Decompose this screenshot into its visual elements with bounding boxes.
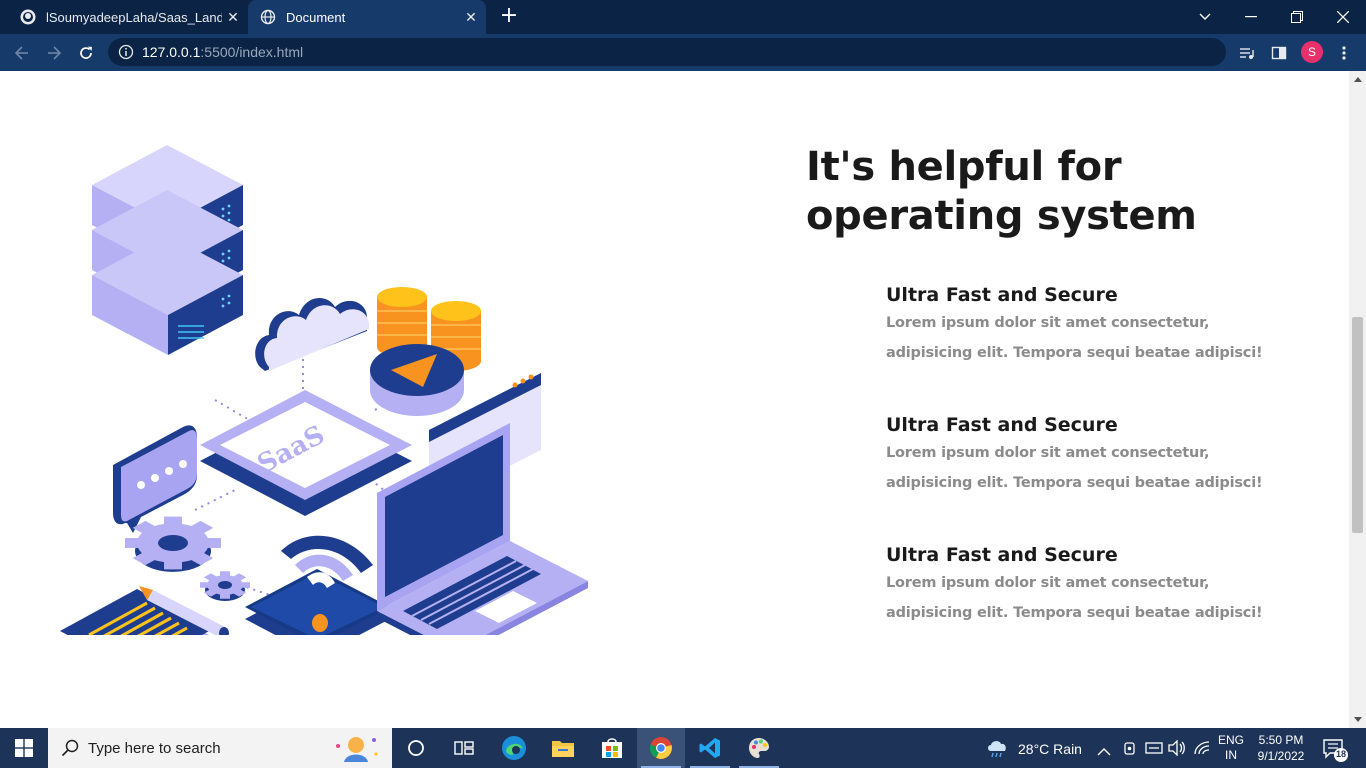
laptop-icon bbox=[377, 423, 588, 635]
media-queue-icon[interactable] bbox=[1232, 34, 1262, 71]
tab-search-icon[interactable] bbox=[1182, 0, 1228, 34]
feature-description-line: adipisicing elit. Tempora sequi beatae a… bbox=[886, 605, 1263, 621]
restore-icon[interactable] bbox=[1274, 0, 1320, 34]
windows-start-icon[interactable] bbox=[0, 728, 48, 768]
scroll-up-arrow-icon[interactable] bbox=[1349, 71, 1366, 88]
globe-icon bbox=[260, 9, 276, 25]
feature-description-line: Lorem ipsum dolor sit amet consectetur, bbox=[886, 315, 1210, 331]
play-disc-icon bbox=[370, 344, 464, 416]
weather-text[interactable]: 28°C Rain bbox=[1018, 741, 1082, 757]
meet-now-icon[interactable] bbox=[1122, 740, 1138, 760]
close-tab-icon[interactable]: ✕ bbox=[222, 9, 244, 26]
network-icon[interactable] bbox=[1193, 740, 1211, 760]
back-arrow-icon[interactable] bbox=[7, 34, 37, 71]
page-scrollbar[interactable] bbox=[1349, 71, 1366, 728]
clock-time: 5:50 PM bbox=[1258, 733, 1304, 747]
tab-github-repo[interactable]: lSoumyadeepLaha/Saas_Landing ✕ bbox=[8, 0, 248, 34]
feature-title: Ultra Fast and Secure bbox=[886, 414, 1118, 436]
new-tab-button[interactable]: + bbox=[498, 5, 520, 27]
scroll-down-arrow-icon[interactable] bbox=[1349, 711, 1366, 728]
region-code: IN bbox=[1225, 748, 1237, 762]
weather-icon[interactable] bbox=[986, 738, 1010, 762]
language-indicator[interactable]: ENG IN bbox=[1218, 733, 1244, 763]
feature-item: Ultra Fast and Secure Lorem ipsum dolor … bbox=[886, 412, 1326, 498]
taskbar-search-box[interactable]: Type here to search bbox=[48, 728, 392, 768]
profile-avatar[interactable]: S bbox=[1301, 41, 1323, 63]
volume-icon[interactable] bbox=[1168, 739, 1186, 760]
search-icon bbox=[61, 739, 79, 761]
language-code: ENG bbox=[1218, 733, 1245, 747]
close-window-icon[interactable] bbox=[1320, 0, 1366, 34]
saas-isometric-illustration: SaaS bbox=[60, 145, 588, 635]
task-view-icon[interactable] bbox=[440, 728, 488, 768]
chrome-browser-icon[interactable] bbox=[637, 728, 685, 768]
github-icon bbox=[20, 9, 36, 25]
browser-tab-bar: lSoumyadeepLaha/Saas_Landing ✕ Document … bbox=[0, 0, 1366, 34]
vscode-icon[interactable] bbox=[686, 728, 734, 768]
microsoft-store-icon[interactable] bbox=[588, 728, 636, 768]
keyboard-layout-icon[interactable] bbox=[1145, 740, 1163, 760]
menu-kebab-icon[interactable] bbox=[1329, 34, 1359, 71]
server-rack-icon bbox=[92, 145, 243, 355]
chevron-up-icon[interactable] bbox=[1097, 742, 1111, 761]
address-bar[interactable]: 127.0.0.1:5500/index.html bbox=[108, 38, 1226, 66]
search-highlight-icon[interactable] bbox=[326, 732, 382, 768]
clock-date: 9/1/2022 bbox=[1257, 749, 1305, 763]
feature-item: Ultra Fast and Secure Lorem ipsum dolor … bbox=[886, 282, 1326, 368]
feature-description-line: Lorem ipsum dolor sit amet consectetur, bbox=[886, 575, 1210, 591]
feature-title: Ultra Fast and Secure bbox=[886, 544, 1118, 566]
reload-icon[interactable] bbox=[71, 34, 101, 71]
minimize-icon[interactable] bbox=[1228, 0, 1274, 34]
side-panel-icon[interactable] bbox=[1264, 34, 1294, 71]
feature-title: Ultra Fast and Secure bbox=[886, 284, 1118, 306]
edge-browser-icon[interactable] bbox=[490, 728, 538, 768]
windows-taskbar: Type here to search 28°C Rain ENG IN 5:5… bbox=[0, 728, 1366, 768]
url-host: 127.0.0.1 bbox=[142, 44, 201, 60]
clock[interactable]: 5:50 PM 9/1/2022 bbox=[1252, 732, 1310, 764]
cortana-icon[interactable] bbox=[392, 728, 440, 768]
file-explorer-icon[interactable] bbox=[539, 728, 587, 768]
search-placeholder: Type here to search bbox=[88, 740, 221, 757]
chat-bubble-icon bbox=[113, 425, 197, 533]
paint-app-icon[interactable] bbox=[735, 728, 783, 768]
phone-wifi-icon bbox=[245, 535, 390, 635]
close-tab-icon[interactable]: ✕ bbox=[460, 9, 482, 26]
forward-arrow-icon[interactable] bbox=[39, 34, 69, 71]
tab-document[interactable]: Document ✕ bbox=[248, 0, 486, 34]
feature-description-line: Lorem ipsum dolor sit amet consectetur, bbox=[886, 445, 1210, 461]
tab-title: lSoumyadeepLaha/Saas_Landing bbox=[46, 9, 222, 25]
page-viewport: SaaS It's helpful for operating system U… bbox=[0, 71, 1349, 728]
tab-title: Document bbox=[286, 9, 346, 25]
feature-item: Ultra Fast and Secure Lorem ipsum dolor … bbox=[886, 542, 1326, 628]
feature-description-line: adipisicing elit. Tempora sequi beatae a… bbox=[886, 475, 1263, 491]
site-info-icon[interactable] bbox=[118, 44, 134, 64]
url-path: :5500/index.html bbox=[200, 44, 304, 60]
url-text: 127.0.0.1:5500/index.html bbox=[142, 44, 303, 60]
scrollbar-thumb[interactable] bbox=[1352, 317, 1363, 533]
feature-description-line: adipisicing elit. Tempora sequi beatae a… bbox=[886, 345, 1263, 361]
cloud-icon bbox=[255, 297, 370, 371]
notification-count-badge: 18 bbox=[1335, 749, 1346, 759]
section-title: It's helpful for operating system bbox=[806, 144, 1197, 239]
